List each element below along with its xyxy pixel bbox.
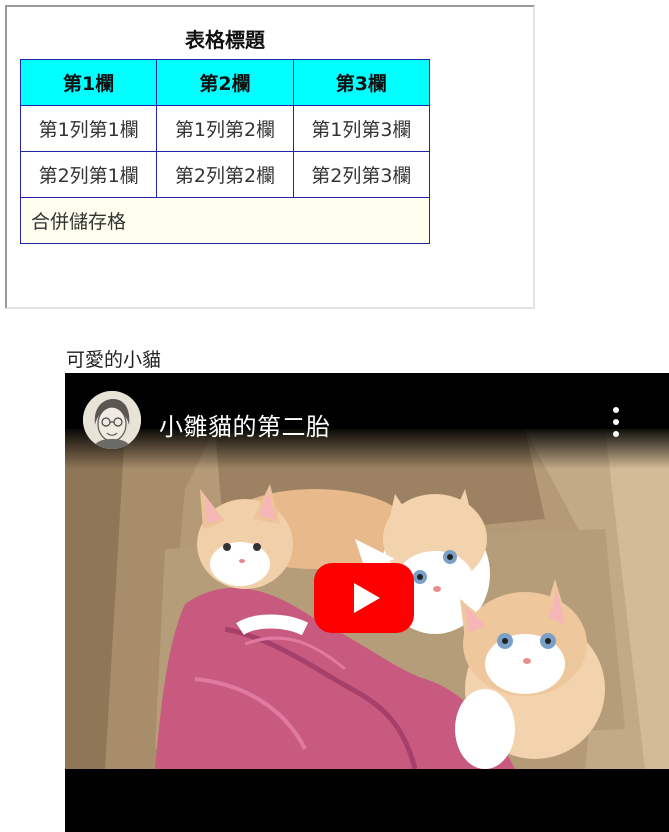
table-cell: 第1列第1欄 — [19, 105, 158, 152]
video-caption: 可愛的小貓 — [66, 349, 162, 371]
table-row: 第1列第1欄 第1列第2欄 第1列第3欄 — [19, 105, 431, 152]
table-frame: 表格標題 第1欄 第2欄 第3欄 第1列第1欄 第1列第2欄 第1列第3欄 第2… — [5, 5, 535, 309]
table-row: 第2列第1欄 第2列第2欄 第2列第3欄 — [19, 151, 431, 198]
column-header-3: 第3欄 — [292, 59, 431, 106]
table-cell: 第1列第3欄 — [292, 105, 431, 152]
video-player[interactable]: 小雛貓的第二胎 — [65, 373, 669, 832]
more-options-icon[interactable] — [611, 407, 621, 437]
player-bottom-bar — [65, 769, 669, 832]
table-cell: 第2列第3欄 — [292, 151, 431, 198]
table-cell: 第1列第2欄 — [156, 105, 294, 152]
video-title[interactable]: 小雛貓的第二胎 — [159, 407, 331, 442]
play-icon[interactable] — [314, 563, 414, 633]
demo-table: 表格標題 第1欄 第2欄 第3欄 第1列第1欄 第1列第2欄 第1列第3欄 第2… — [19, 20, 431, 244]
channel-avatar[interactable] — [83, 391, 141, 449]
table-cell: 第2列第2欄 — [156, 151, 294, 198]
column-header-1: 第1欄 — [19, 59, 158, 106]
merged-cell: 合併儲存格 — [20, 197, 430, 244]
table-row: 合併儲存格 — [20, 197, 430, 244]
table-caption: 表格標題 — [185, 28, 265, 52]
player-top-bar — [65, 373, 669, 469]
column-header-2: 第2欄 — [156, 59, 294, 106]
table-cell: 第2列第1欄 — [19, 151, 158, 198]
table-header-row: 第1欄 第2欄 第3欄 — [19, 59, 431, 106]
